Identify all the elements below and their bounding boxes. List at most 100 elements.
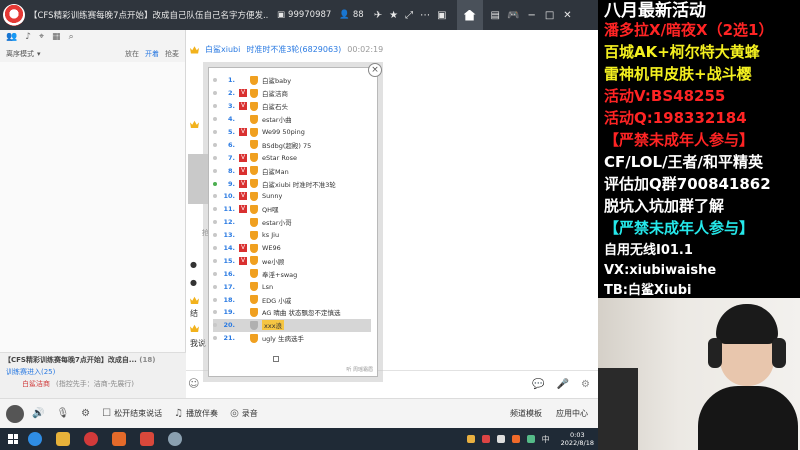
channel-list[interactable]	[0, 62, 185, 352]
mic-queue-row[interactable]: 17. Lsn	[213, 280, 371, 293]
maximize-button[interactable]: □	[545, 10, 554, 21]
tray-icon-3[interactable]	[496, 435, 505, 443]
mic-queue-row[interactable]: 3. V 白鲨石头	[213, 100, 371, 113]
notice-icon: ●	[190, 260, 197, 269]
vip-badge-icon: V	[239, 256, 247, 265]
sort-option-2[interactable]: 开着	[145, 49, 159, 59]
mic-queue-row[interactable]: 10. V Sunny	[213, 190, 371, 203]
user-list-icon[interactable]: 👥	[6, 32, 17, 44]
mic-queue-row[interactable]: 2. V 白鲨洁商	[213, 87, 371, 100]
tray-icon-2[interactable]	[481, 435, 490, 443]
emoji-icon[interactable]: ☺	[188, 377, 199, 390]
chat-crown-1	[190, 120, 199, 130]
sort-options: 放在 开着 抢麦	[125, 49, 179, 59]
status-dot-icon	[213, 168, 217, 173]
more-icon[interactable]: ⋯	[420, 10, 430, 21]
mic-queue-row[interactable]: 9. V 白鲨xiubi 时准时不准3轮	[213, 177, 371, 190]
tray-icon-5[interactable]	[526, 435, 535, 443]
medal-icon	[250, 256, 258, 266]
sort-mode-label[interactable]: 离序模式	[6, 49, 34, 59]
mic-queue-row[interactable]: 20. xxx浪	[213, 318, 371, 332]
room-id[interactable]: ▣ 99970987	[277, 10, 331, 20]
promo-line: 雷神机甲皮肤+战斗樱	[604, 65, 752, 83]
chat-image[interactable]	[188, 154, 208, 204]
avatar[interactable]	[6, 404, 24, 423]
gamepad-icon[interactable]: 🎮	[507, 10, 519, 21]
mic-queue-row[interactable]: 13. ks Jiu	[213, 229, 371, 242]
popup-footer-icon[interactable]	[273, 356, 279, 362]
mic-queue-row[interactable]: 16. 奉淫+swag	[213, 267, 371, 280]
music-note-icon[interactable]: ♪	[25, 32, 31, 44]
tray-icon-4[interactable]	[511, 435, 520, 443]
release-to-end-toggle[interactable]: ☐ 松开结束说话	[102, 408, 162, 419]
start-button[interactable]	[8, 434, 18, 444]
video-icon[interactable]: ▣	[437, 10, 446, 21]
mic-button[interactable]: 🎙	[56, 408, 69, 419]
board-icon[interactable]: ▦	[52, 32, 61, 44]
promo-line: 评估加Q群700841862	[604, 175, 771, 193]
clock[interactable]: 0:03 2022/8/18	[561, 431, 594, 447]
comment-icon[interactable]: 💬	[532, 379, 544, 390]
status-dot-icon	[213, 130, 217, 134]
medal-icon	[250, 243, 258, 253]
sort-option-1[interactable]: 放在	[125, 49, 139, 59]
document-icon[interactable]: ▤	[491, 10, 500, 21]
location-icon[interactable]: ⌖	[39, 32, 44, 44]
sort-chevron-icon[interactable]: ▾	[37, 50, 41, 58]
medal-icon	[250, 230, 258, 240]
settings-small-icon[interactable]: ⚙	[581, 379, 590, 390]
play-accompaniment-button[interactable]: ♫ 播放伴奏	[174, 408, 218, 419]
settings-button[interactable]: ⚙	[81, 408, 90, 419]
search-icon[interactable]: ⌕	[69, 32, 74, 44]
minimize-button[interactable]: −	[527, 10, 535, 21]
member-item[interactable]: 白鲨洁商 (指控先手：洁商-先展行)	[0, 378, 186, 390]
status-dot-icon	[213, 297, 217, 302]
yy-icon[interactable]	[56, 432, 70, 446]
g-app-icon[interactable]	[140, 432, 154, 446]
sub-channel[interactable]: 训练赛进入(25)	[0, 366, 186, 378]
promo-line: 脱坑入坑加群了解	[604, 197, 725, 215]
speaker-button[interactable]: 🔊	[32, 408, 44, 419]
mic-queue-row[interactable]: 1. 白鲨baby	[213, 74, 371, 87]
sort-option-3[interactable]: 抢麦	[165, 49, 179, 59]
mic-small-icon[interactable]: 🎤	[557, 379, 569, 390]
mic-queue-row[interactable]: 4. estar小曲	[213, 113, 371, 126]
screen: 【CFS精彩训练赛每晚7点开始】改成自己队伍自己名字方便发... ▣ 99970…	[0, 0, 800, 450]
edge-icon[interactable]	[28, 432, 42, 446]
ime-indicator[interactable]: 中	[542, 434, 550, 445]
vip-badge-icon	[239, 231, 247, 239]
channel-template-button[interactable]: 频道模板	[510, 408, 542, 419]
record-button[interactable]: ◎ 录音	[230, 408, 258, 419]
mic-queue-row[interactable]: 5. V We99 50ping	[213, 126, 371, 139]
promo-line: 活动V:BS48255	[604, 87, 726, 105]
host-user[interactable]: 白鲨xiubi	[205, 44, 240, 55]
mic-queue-row[interactable]: 11. V QH嘿	[213, 203, 371, 216]
mic-queue-row[interactable]: 7. VeStar Rose	[213, 151, 371, 164]
mic-icon: 🎙	[56, 408, 70, 419]
mic-queue-row[interactable]: 14. V WE96	[213, 242, 371, 255]
plane-icon[interactable]: ✈	[374, 10, 382, 21]
share-icon[interactable]: ⤢	[405, 10, 413, 21]
mic-queue-row[interactable]: 8. V 白鲨Man	[213, 164, 371, 177]
game-icon[interactable]	[84, 432, 98, 446]
app-icon[interactable]	[112, 432, 126, 446]
release-to-end-label: 松开结束说话	[114, 409, 163, 418]
queue-user-name: 白鲨baby	[262, 77, 292, 86]
mic-queue-row[interactable]: 6. BSdbg(超殿) 75	[213, 138, 371, 151]
mic-queue-row[interactable]: 18. EDG 小戚	[213, 293, 371, 306]
medal-icon	[250, 101, 258, 111]
room-entry[interactable]: 【CFS精彩训练赛每晚7点开始】改成自... (18)	[0, 352, 186, 366]
mic-queue-row[interactable]: 15. Vwe小顾	[213, 254, 371, 267]
misc-app-icon[interactable]	[168, 432, 182, 446]
home-button[interactable]	[456, 0, 483, 30]
app-center-button[interactable]: 应用中心	[556, 408, 588, 419]
close-button[interactable]: ✕	[563, 10, 571, 21]
mic-queue-row[interactable]: 19. AG 晴曲 状态飘忽不定慎选	[213, 306, 371, 319]
star-icon[interactable]: ★	[389, 10, 398, 21]
crown-icon	[190, 296, 199, 304]
mic-queue-row[interactable]: 12. estar小哥	[213, 216, 371, 229]
tray-icon-1[interactable]	[466, 435, 475, 443]
mic-queue-row[interactable]: 21. ugly 生病选手	[213, 332, 371, 345]
vip-badge-icon: V	[239, 244, 247, 253]
status-dot-icon	[213, 142, 217, 147]
